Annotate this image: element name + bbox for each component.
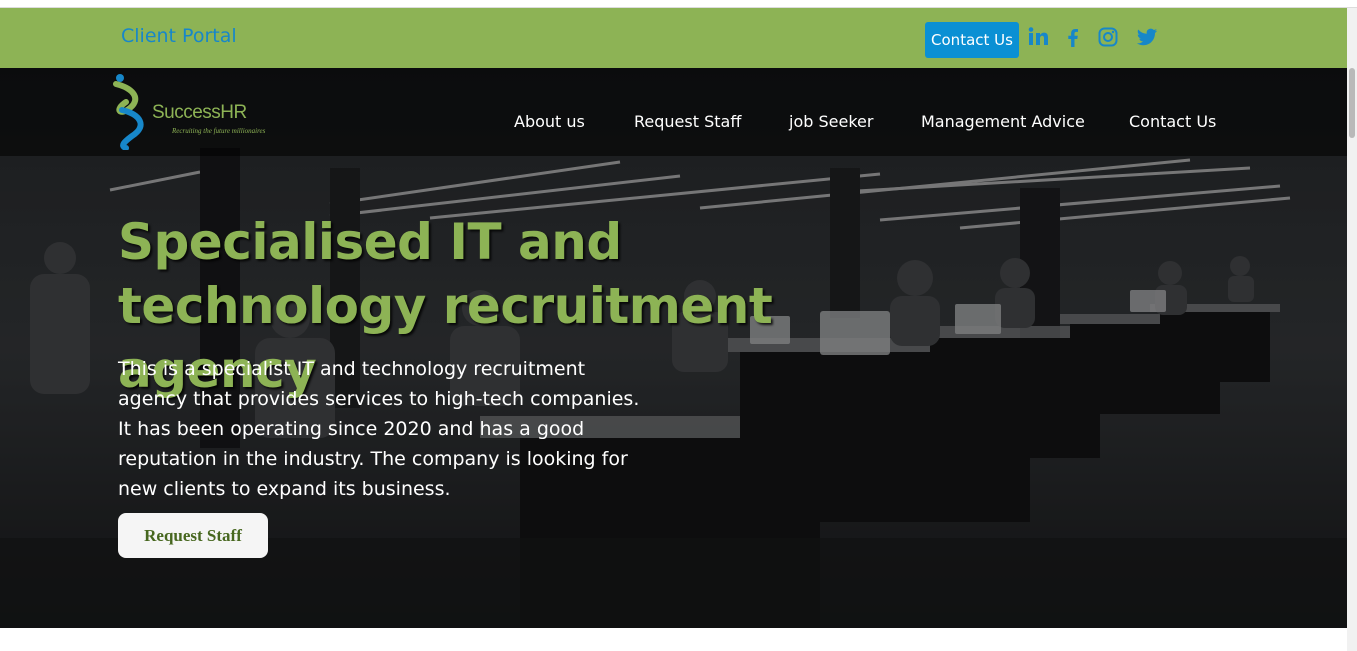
hero-description: This is a specialist IT and technology r… bbox=[118, 358, 640, 500]
successhr-logo[interactable]: SuccessHR Recruiting the future milliona… bbox=[112, 70, 266, 151]
instagram-icon[interactable] bbox=[1096, 25, 1120, 49]
logo-tagline: Recruiting the future millionaires bbox=[172, 127, 266, 135]
client-portal-link[interactable]: Client Portal bbox=[121, 25, 237, 47]
nav-request-staff[interactable]: Request Staff bbox=[634, 112, 741, 131]
nav-contact-us[interactable]: Contact Us bbox=[1129, 112, 1216, 131]
page-scrollbar[interactable] bbox=[1347, 8, 1357, 651]
linkedin-icon[interactable] bbox=[1026, 25, 1050, 49]
facebook-icon[interactable] bbox=[1061, 25, 1085, 49]
browser-top-strip bbox=[0, 0, 1357, 8]
contact-us-button[interactable]: Contact Us bbox=[925, 22, 1019, 58]
nav-management-advice[interactable]: Management Advice bbox=[921, 112, 1085, 131]
nav-job-seeker[interactable]: job Seeker bbox=[789, 112, 873, 131]
logo-name: SuccessHR bbox=[152, 102, 247, 123]
scrollbar-thumb[interactable] bbox=[1349, 68, 1355, 138]
hero-section: SuccessHR Recruiting the future milliona… bbox=[0, 68, 1347, 628]
twitter-icon[interactable] bbox=[1135, 25, 1159, 49]
request-staff-button[interactable]: Request Staff bbox=[118, 513, 268, 558]
nav-about-us[interactable]: About us bbox=[514, 112, 585, 131]
top-bar: Client Portal Contact Us bbox=[0, 8, 1347, 68]
